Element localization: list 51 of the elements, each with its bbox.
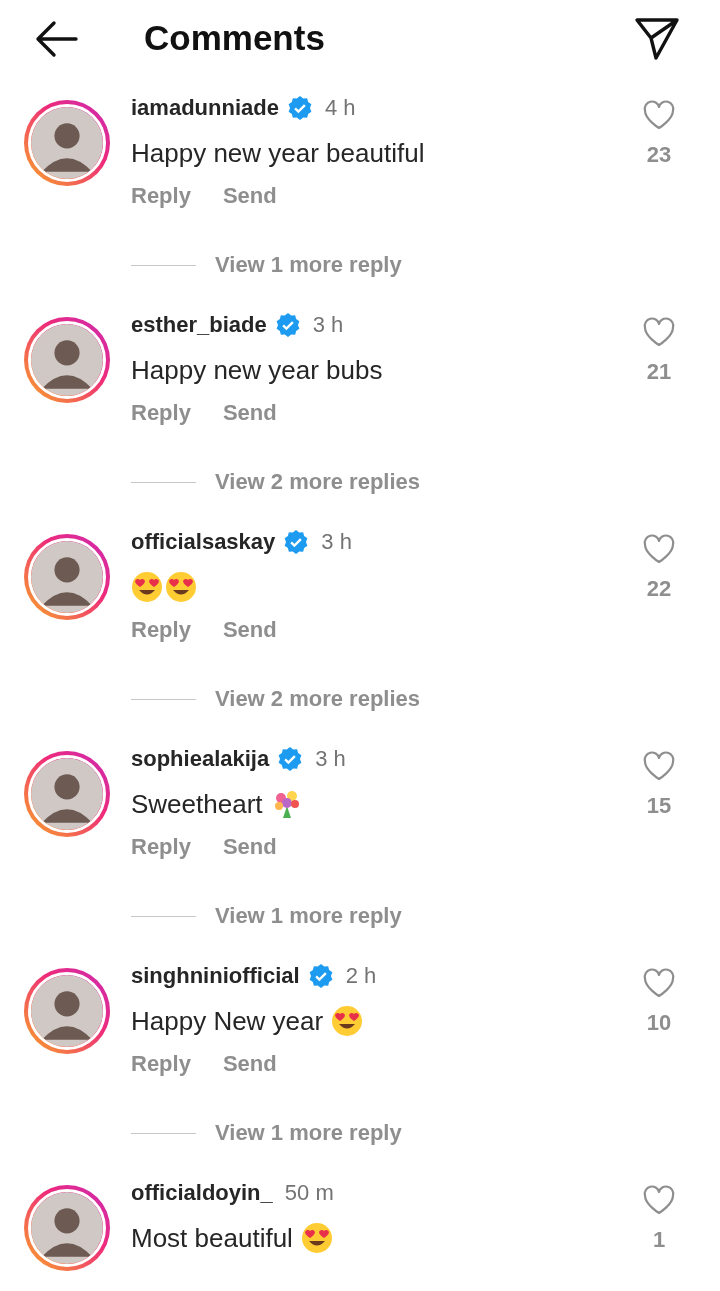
action-link[interactable]: Reply bbox=[131, 617, 191, 643]
send-icon[interactable] bbox=[634, 17, 680, 61]
action-link[interactable]: Send bbox=[222, 834, 277, 860]
username[interactable]: singhniniofficial bbox=[131, 963, 300, 989]
like-count: 1 bbox=[652, 1227, 666, 1253]
like-count: 22 bbox=[646, 576, 672, 602]
view-replies-link[interactable]: View 1 more reply bbox=[215, 1120, 402, 1146]
heart-eyes-emoji-icon bbox=[300, 1222, 333, 1254]
heart-icon[interactable] bbox=[642, 99, 676, 131]
action-link[interactable]: Send bbox=[222, 1051, 277, 1077]
username[interactable]: sophiealakija bbox=[131, 746, 270, 772]
view-replies-link[interactable]: View 2 more replies bbox=[215, 469, 421, 495]
username[interactable]: officialdoyin_ bbox=[131, 1180, 273, 1206]
timestamp: 3 h bbox=[312, 312, 344, 338]
timestamp: 3 h bbox=[321, 529, 352, 555]
heart-eyes-emoji-icon bbox=[331, 1005, 364, 1037]
view-replies-link[interactable]: View 1 more reply bbox=[215, 903, 402, 929]
username[interactable]: officialsaskay bbox=[131, 529, 276, 555]
comment-text: Happy new year bubs bbox=[131, 354, 383, 386]
timestamp: 4 h bbox=[324, 95, 356, 121]
back-icon[interactable] bbox=[34, 19, 80, 59]
action-link[interactable]: Reply bbox=[131, 400, 191, 426]
action-link[interactable]: Reply bbox=[131, 183, 191, 209]
action-link[interactable]: Reply bbox=[131, 834, 191, 860]
action-link[interactable]: Send bbox=[222, 183, 277, 209]
heart-icon[interactable] bbox=[642, 533, 676, 565]
timestamp: 50 m bbox=[284, 1180, 334, 1206]
heart-eyes-emoji-icon bbox=[165, 571, 197, 603]
comment-text: Happy new year beautiful bbox=[131, 137, 425, 169]
like-count: 21 bbox=[646, 359, 672, 385]
username[interactable]: iamadunniade bbox=[131, 95, 279, 121]
action-link[interactable]: Reply bbox=[131, 1051, 191, 1077]
action-link[interactable]: Send bbox=[222, 617, 277, 643]
heart-icon[interactable] bbox=[642, 316, 676, 348]
view-replies-link[interactable]: View 2 more replies bbox=[215, 686, 421, 712]
view-replies-link[interactable]: View 1 more reply bbox=[215, 252, 402, 278]
heart-icon[interactable] bbox=[642, 750, 676, 782]
screen-title: Comments bbox=[144, 18, 326, 58]
like-count: 15 bbox=[646, 793, 672, 819]
heart-eyes-emoji-icon bbox=[131, 571, 163, 603]
comment-text: Most beautiful bbox=[131, 1222, 293, 1254]
like-count: 23 bbox=[646, 142, 672, 168]
timestamp: 3 h bbox=[315, 746, 346, 772]
comment-text: Sweetheart bbox=[131, 788, 263, 820]
action-link[interactable]: Send bbox=[222, 400, 277, 426]
timestamp: 2 h bbox=[345, 963, 377, 989]
like-count: 10 bbox=[646, 1010, 672, 1036]
username[interactable]: esther_biade bbox=[131, 312, 267, 338]
heart-icon[interactable] bbox=[642, 1184, 676, 1216]
heart-icon[interactable] bbox=[642, 967, 676, 999]
comment-text: Happy New year bbox=[131, 1005, 324, 1037]
